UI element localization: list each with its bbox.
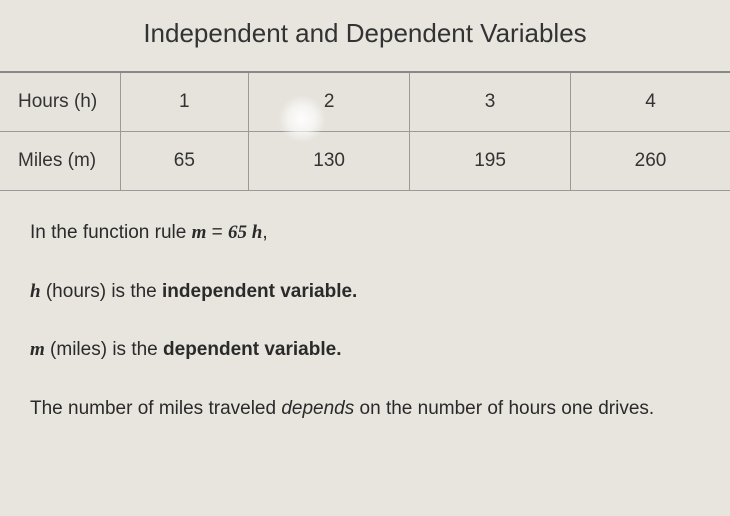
miles-cell: 65 [120,132,249,191]
variable-h: 65 h [228,222,262,243]
variables-table: Hours (h) 1 2 3 4 Miles (m) 65 130 195 2… [0,71,730,191]
function-rule-text: In the function rule m = 65 h, [30,219,700,248]
text-fragment: In the function rule [30,222,192,243]
variable-h: h [30,281,41,302]
depends-emphasis: depends [281,398,354,419]
miles-cell: 130 [249,132,410,191]
text-fragment: (miles) is the [45,339,163,360]
text-fragment: on the number of hours one drives. [354,398,654,419]
explanation-content: In the function rule m = 65 h, h (hours)… [0,191,730,423]
hours-cell: 2 [249,72,410,132]
independent-variable-text: h (hours) is the independent variable. [30,278,700,307]
miles-cell: 195 [410,132,571,191]
text-fragment: The number of miles traveled [30,398,281,419]
miles-row-header: Miles (m) [0,132,120,191]
text-fragment: = [206,222,228,243]
hours-cell: 3 [410,72,571,132]
table-row: Hours (h) 1 2 3 4 [0,72,730,132]
independent-label: independent variable. [162,281,357,302]
variable-m: m [30,339,45,360]
variable-m: m [192,222,207,243]
text-fragment: (hours) is the [41,281,162,302]
hours-row-header: Hours (h) [0,72,120,132]
dependent-label: dependent variable. [163,339,341,360]
dependent-variable-text: m (miles) is the dependent variable. [30,336,700,365]
hours-cell: 4 [571,72,730,132]
miles-cell: 260 [571,132,730,191]
table-row: Miles (m) 65 130 195 260 [0,132,730,191]
page-title: Independent and Dependent Variables [0,0,730,71]
hours-cell: 1 [120,72,249,132]
summary-text: The number of miles traveled depends on … [30,395,700,424]
text-fragment: , [262,222,267,243]
